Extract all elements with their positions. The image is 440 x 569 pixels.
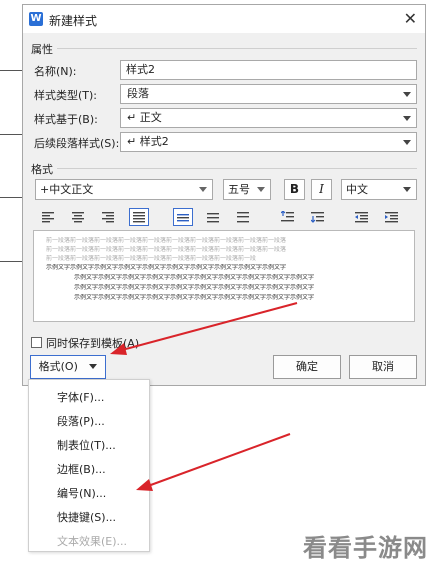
chevron-down-icon (403, 187, 411, 192)
italic-button[interactable]: I (311, 179, 332, 200)
line-spacing-1-5-icon[interactable] (203, 208, 223, 226)
align-justify-icon[interactable] (129, 208, 149, 226)
preview-previous-paragraph: 前一段落前一段落前一段落前一段落前一段落前一段落前一段落前一段落前一段落前一段落 (46, 255, 256, 262)
language-value: 中文 (346, 183, 368, 196)
cancel-button[interactable]: 取消 (349, 355, 417, 379)
format-button-label: 格式(O) (38, 360, 78, 373)
document-ruler-line (0, 134, 22, 135)
format-dropdown-menu: 字体(F)... 段落(P)... 制表位(T)... 边框(B)... 编号(… (28, 379, 150, 552)
line-spacing-double-icon[interactable] (233, 208, 253, 226)
based-on-select[interactable]: ↵ 正文 (120, 108, 417, 128)
chevron-down-icon (199, 187, 207, 192)
app-logo-icon: W (29, 12, 43, 26)
next-style-select[interactable]: ↵ 样式2 (120, 132, 417, 152)
section-divider (57, 168, 417, 169)
chevron-down-icon (89, 364, 98, 369)
style-type-label: 样式类型(T): (34, 89, 98, 102)
indent-increase-icon[interactable] (381, 208, 401, 226)
next-style-label: 后续段落样式(S): (34, 137, 120, 150)
watermark: 看看手游网 (303, 534, 428, 562)
style-preview-pane: 前一段落前一段落前一段落前一段落前一段落前一段落前一段落前一段落前一段落前一段落… (33, 230, 415, 322)
style-name-label: 名称(N): (34, 65, 77, 78)
save-to-template-label: 同时保存到模板(A) (46, 337, 140, 350)
next-style-value: ↵ 样式2 (127, 135, 169, 148)
style-name-input[interactable]: 样式2 (120, 60, 417, 80)
based-on-label: 样式基于(B): (34, 113, 98, 126)
line-spacing-single-icon[interactable] (173, 208, 193, 226)
menu-item-tabs[interactable]: 制表位(T)... (57, 437, 116, 453)
chevron-down-icon (403, 140, 411, 145)
close-icon[interactable]: ✕ (404, 9, 417, 28)
menu-item-paragraph[interactable]: 段落(P)... (57, 413, 105, 429)
ok-button[interactable]: 确定 (273, 355, 341, 379)
format-menu-button[interactable]: 格式(O) (30, 355, 106, 379)
preview-sample-text: 示例文字示例文字示例文字示例文字示例文字示例文字示例文字示例文字示例文字示例文字 (46, 264, 287, 271)
title-bar: W 新建样式 ✕ (23, 5, 425, 33)
menu-item-border[interactable]: 边框(B)... (57, 461, 106, 477)
properties-section-label: 属性 (31, 43, 53, 56)
preview-previous-paragraph: 前一段落前一段落前一段落前一段落前一段落前一段落前一段落前一段落前一段落前一段落 (46, 246, 287, 253)
chevron-down-icon (403, 92, 411, 97)
font-size-select[interactable]: 五号 (223, 179, 271, 200)
align-right-icon[interactable] (98, 208, 118, 226)
checkbox-box[interactable] (31, 337, 42, 348)
document-ruler-line (0, 70, 22, 71)
format-section-label: 格式 (31, 163, 53, 176)
align-center-icon[interactable] (68, 208, 88, 226)
chevron-down-icon (403, 116, 411, 121)
space-before-icon[interactable] (277, 208, 297, 226)
font-value: +中文正文 (40, 183, 94, 196)
font-select[interactable]: +中文正文 (35, 179, 213, 200)
section-divider (57, 48, 417, 49)
language-select[interactable]: 中文 (341, 179, 417, 200)
style-type-value: 段落 (127, 87, 149, 100)
style-type-select[interactable]: 段落 (120, 84, 417, 104)
annotation-arrow-numbering (147, 433, 291, 487)
indent-decrease-icon[interactable] (351, 208, 371, 226)
menu-item-text-effects: 文本效果(E)... (57, 535, 128, 548)
menu-item-font[interactable]: 字体(F)... (57, 389, 104, 405)
space-after-icon[interactable] (307, 208, 327, 226)
document-ruler-line (0, 261, 22, 262)
preview-previous-paragraph: 前一段落前一段落前一段落前一段落前一段落前一段落前一段落前一段落前一段落前一段落 (46, 237, 287, 244)
preview-sample-text: 示例文字示例文字示例文字示例文字示例文字示例文字示例文字示例文字示例文字示例文字 (74, 274, 315, 281)
chevron-down-icon (257, 187, 265, 192)
font-size-value: 五号 (228, 183, 250, 196)
preview-sample-text: 示例文字示例文字示例文字示例文字示例文字示例文字示例文字示例文字示例文字示例文字 (74, 294, 315, 301)
dialog-title: 新建样式 (49, 14, 98, 28)
menu-item-shortcut-key[interactable]: 快捷键(S)... (57, 509, 116, 525)
save-to-template-checkbox[interactable]: 同时保存到模板(A) (31, 335, 139, 351)
based-on-value: ↵ 正文 (127, 111, 162, 124)
new-style-dialog: W 新建样式 ✕ 属性 名称(N): 样式2 样式类型(T): 段落 样式基于(… (22, 4, 426, 386)
menu-item-numbering[interactable]: 编号(N)... (57, 485, 106, 501)
document-ruler-line (0, 197, 22, 198)
align-left-icon[interactable] (38, 208, 58, 226)
bold-button[interactable]: B (284, 179, 305, 200)
preview-sample-text: 示例文字示例文字示例文字示例文字示例文字示例文字示例文字示例文字示例文字示例文字 (74, 284, 315, 291)
